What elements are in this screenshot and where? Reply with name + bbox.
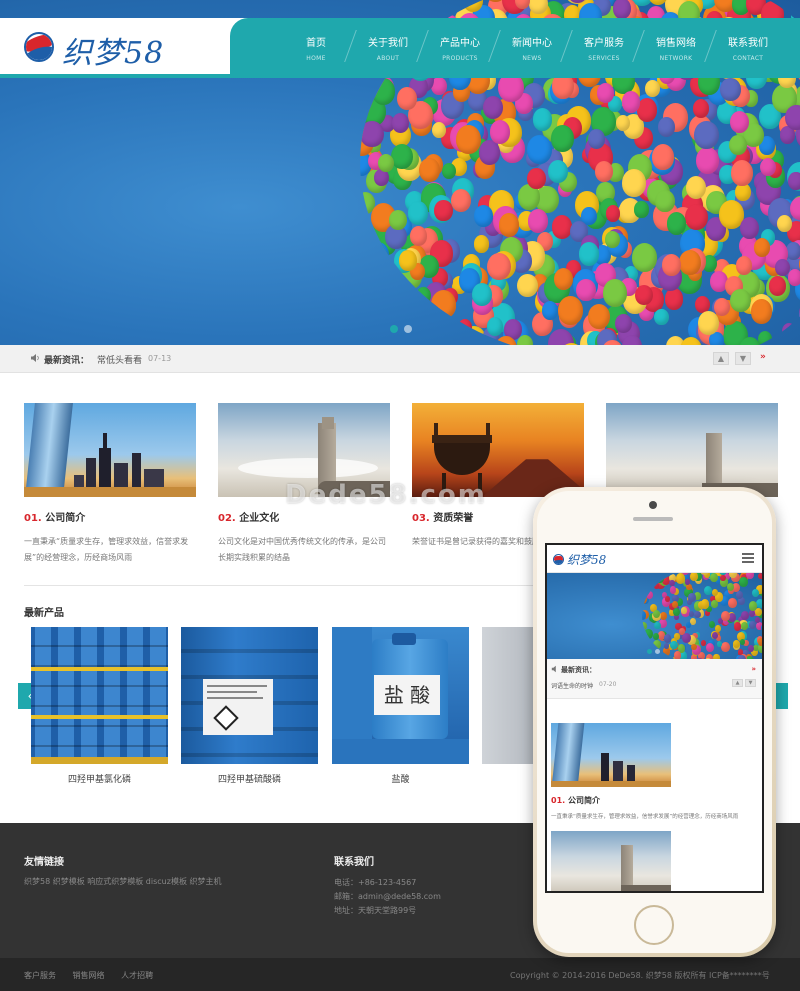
- nav-sublabel: ABOUT: [376, 55, 400, 62]
- feature-text: 公司文化是对中国优秀传统文化的传承，是公司长期实践积累的结晶: [218, 537, 386, 562]
- mobile-news-arrows: ▲ ▼: [732, 679, 756, 687]
- bottom-link[interactable]: 人才招聘: [121, 971, 153, 980]
- nav-item-products[interactable]: 产品中心 PRODUCTS: [424, 18, 496, 74]
- nav-sublabel: NEWS: [522, 55, 542, 62]
- nav-sublabel: HOME: [306, 55, 326, 62]
- mobile-hero-banner: [547, 573, 762, 659]
- mobile-logo-text: 织梦58: [567, 553, 607, 567]
- speaker-grille: [633, 517, 673, 521]
- friend-links-title: 友情链接: [24, 857, 64, 868]
- bottom-link[interactable]: 销售网络: [73, 971, 105, 980]
- nav-sublabel: SERVICES: [588, 55, 620, 62]
- feature-text: 一直秉承“质量求生存，管理求效益，信誉求发展”的经营理念，历经商场风雨: [24, 537, 189, 562]
- mobile-feature-text: 一直秉承“质量求生存，管理求效益，信誉求发展”的经营理念，历经商场风雨: [551, 814, 739, 820]
- mobile-news-date: 07-20: [599, 681, 617, 688]
- hero-dot-1[interactable]: [647, 649, 652, 654]
- products-section-title: 最新产品: [24, 608, 64, 619]
- site-header: 织梦58 首页 HOME 关于我们 ABOUT 产品中心 PRODUCTS 新闻中心 NEWS…: [0, 0, 800, 78]
- mobile-feature-heading: 01. 公司简介: [551, 796, 600, 805]
- nav-sublabel: NETWORK: [659, 55, 693, 62]
- mobile-news-more-link[interactable]: »: [751, 665, 756, 673]
- nav-sublabel: PRODUCTS: [442, 55, 478, 62]
- news-date: 07-13: [148, 354, 172, 363]
- nav-label: 首页: [306, 38, 326, 49]
- nav-sublabel: CONTACT: [732, 55, 764, 62]
- nav-item-contact[interactable]: 联系我们 CONTACT: [712, 18, 784, 74]
- copyright: Copyright © 2014-2016 DeDe58. 织梦58 版权所有 …: [510, 971, 770, 980]
- main-nav: 首页 HOME 关于我们 ABOUT 产品中心 PRODUCTS 新闻中心 NEWS 客户服务 S…: [230, 18, 800, 74]
- news-more-link[interactable]: »: [760, 352, 766, 362]
- product-card[interactable]: 四羟甲基硫酸磷: [181, 627, 318, 785]
- nav-label: 客户服务: [584, 38, 624, 49]
- feature-heading: 01. 公司简介: [24, 513, 86, 524]
- news-ticker: 最新资讯： 常低头看看 07-13 ▲ ▼ »: [0, 345, 800, 373]
- speaker-icon: [31, 354, 39, 362]
- logo-text: 织梦58: [62, 36, 165, 71]
- logo[interactable]: 织梦58: [0, 18, 250, 76]
- hero-dot-1[interactable]: [390, 325, 398, 333]
- logo-mark-icon: [24, 32, 54, 62]
- contact-title: 联系我们: [334, 857, 374, 868]
- nav-label: 关于我们: [368, 38, 408, 49]
- hydrochloric-acid-drums-image: 盐 酸: [332, 627, 469, 764]
- city-skyline-image: [24, 403, 196, 497]
- mobile-news-title[interactable]: 词语生命的时钟: [551, 681, 593, 690]
- chevron-up-icon[interactable]: ▲: [732, 679, 743, 687]
- blue-barrel-label-image: [181, 627, 318, 764]
- nav-label: 新闻中心: [512, 38, 552, 49]
- monolith-clouds-image: [551, 831, 671, 891]
- mobile-news-label: 最新资讯：: [561, 666, 596, 674]
- chevron-up-icon[interactable]: ▲: [713, 352, 729, 365]
- hamburger-menu-icon[interactable]: [742, 553, 754, 563]
- watermark: Dede58.com: [285, 480, 487, 510]
- speaker-icon: [551, 665, 556, 673]
- hero-dot-2[interactable]: [404, 325, 412, 333]
- nav-item-network[interactable]: 销售网络 NETWORK: [640, 18, 712, 74]
- camera-icon: [649, 501, 657, 509]
- product-name: 四羟甲基硫酸磷: [217, 775, 281, 785]
- contact-phone: 电话：+86-123-4567: [334, 878, 417, 887]
- nav-item-home[interactable]: 首页 HOME: [280, 18, 352, 74]
- product-card[interactable]: 盐 酸 盐酸: [332, 627, 469, 785]
- bottom-link[interactable]: 客户服务: [24, 971, 56, 980]
- nav-label: 联系我们: [728, 38, 768, 49]
- mobile-news-ticker: 最新资讯： » 词语生命的时钟 07-20 ▲ ▼: [547, 659, 762, 699]
- chevron-down-icon[interactable]: ▼: [745, 679, 756, 687]
- nav-item-services[interactable]: 客户服务 SERVICES: [568, 18, 640, 74]
- home-button[interactable]: [634, 905, 674, 945]
- chevron-down-icon[interactable]: ▼: [735, 352, 751, 365]
- feature-card[interactable]: 01. 公司简介 一直秉承“质量求生存，管理求效益，信誉求发展”的经营理念，历经…: [24, 403, 196, 566]
- monolith-clouds-image: [606, 403, 778, 497]
- nav-label: 销售网络: [656, 38, 696, 49]
- logo-mark-icon: [553, 554, 564, 565]
- nav-item-about[interactable]: 关于我们 ABOUT: [352, 18, 424, 74]
- contact-address: 地址：天朝天堂路99号: [334, 906, 417, 915]
- contact-email[interactable]: 邮箱：admin@dede58.com: [334, 891, 441, 902]
- nav-label: 产品中心: [440, 38, 480, 49]
- phone-screen: 织梦58 最新资讯： » 词语生命的时钟 07-20 ▲ ▼ 01. 公司简介 …: [545, 543, 764, 893]
- nav-item-news[interactable]: 新闻中心 NEWS: [496, 18, 568, 74]
- friend-links[interactable]: 织梦58 织梦模板 响应式织梦模板 discuz模板 织梦主机: [24, 876, 222, 887]
- header-accent-line: [0, 74, 800, 78]
- blue-drums-pallet-image: [31, 627, 168, 764]
- phone-mockup: 织梦58 最新资讯： » 词语生命的时钟 07-20 ▲ ▼ 01. 公司简介 …: [533, 487, 776, 957]
- mobile-hero-pagination: [647, 649, 660, 654]
- bottom-links: 客户服务 销售网络 人才招聘: [24, 970, 167, 981]
- bottom-bar: 客户服务 销售网络 人才招聘 Copyright © 2014-2016 DeD…: [0, 958, 800, 991]
- product-name: 盐酸: [391, 775, 410, 785]
- news-title-link[interactable]: 常低头看看: [97, 353, 142, 366]
- feature-heading: 02. 企业文化: [218, 513, 280, 524]
- news-label: 最新资讯：: [44, 356, 90, 366]
- product-card[interactable]: 四羟甲基氯化磷: [31, 627, 168, 785]
- hero-dot-2[interactable]: [655, 649, 660, 654]
- mobile-header: 织梦58: [547, 545, 762, 573]
- city-skyline-image: [551, 723, 671, 787]
- product-name: 四羟甲基氯化磷: [67, 775, 131, 785]
- feature-card[interactable]: [606, 403, 778, 497]
- hero-pagination: [390, 325, 412, 333]
- balloons-image: [642, 573, 762, 659]
